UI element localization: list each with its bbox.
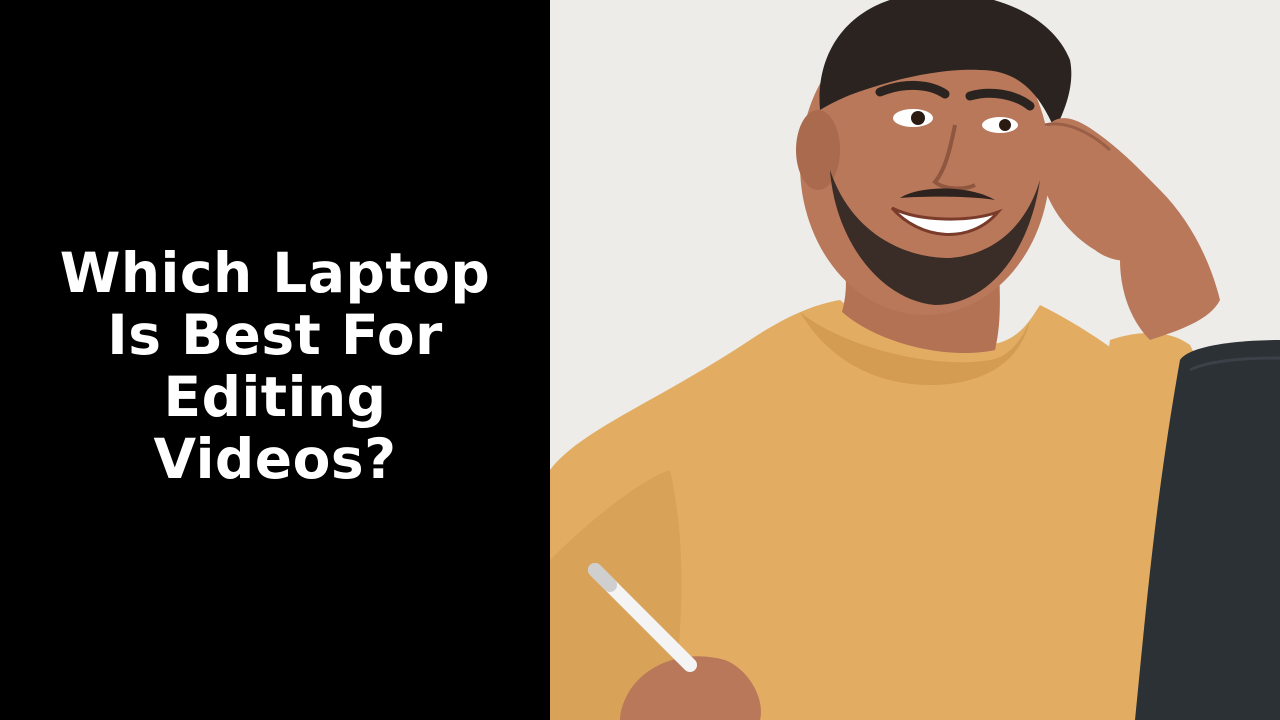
ear bbox=[796, 110, 840, 190]
left-pupil bbox=[911, 111, 925, 125]
thumbnail-canvas: Which Laptop Is Best For Editing Videos? bbox=[0, 0, 1280, 720]
hero-photo bbox=[550, 0, 1280, 720]
headline-line-4: Videos? bbox=[153, 427, 397, 491]
right-pupil bbox=[999, 119, 1011, 131]
title-panel: Which Laptop Is Best For Editing Videos? bbox=[0, 0, 550, 720]
headline-line-2: Is Best For bbox=[107, 303, 443, 367]
headline: Which Laptop Is Best For Editing Videos? bbox=[40, 230, 510, 490]
man-with-laptop-illustration bbox=[550, 0, 1280, 720]
headline-line-3: Editing bbox=[163, 365, 387, 429]
headline-line-1: Which Laptop bbox=[59, 241, 491, 305]
